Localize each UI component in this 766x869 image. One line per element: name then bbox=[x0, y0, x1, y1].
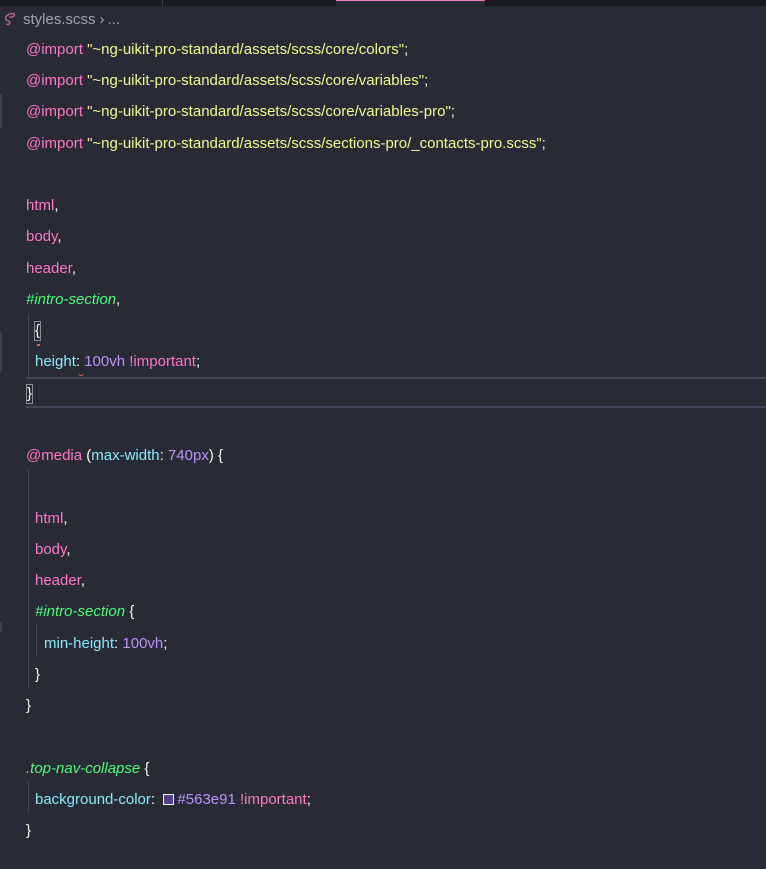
code-line-top-nav: .top-nav-collapse { bbox=[26, 759, 149, 779]
code-line-open-brace: { bbox=[33, 321, 42, 341]
punctuation: , bbox=[66, 541, 71, 558]
keyword-import: @import bbox=[26, 135, 83, 152]
string-literal: "~ng-uikit-pro-standard/assets/scss/core… bbox=[87, 41, 405, 58]
breadcrumb: styles.scss › ... bbox=[0, 6, 766, 32]
punctuation: : bbox=[159, 447, 164, 464]
selector-id: #intro-section bbox=[35, 603, 126, 620]
selector-class: .top-nav-collapse bbox=[26, 760, 141, 777]
important-flag: !important bbox=[129, 353, 196, 370]
string-literal: "~ng-uikit-pro-standard/assets/scss/sect… bbox=[87, 135, 542, 152]
property: background-color bbox=[35, 791, 151, 808]
brace: { bbox=[129, 603, 135, 620]
selector: html bbox=[35, 510, 64, 527]
property: max-width bbox=[91, 447, 160, 464]
code-editor[interactable]: @import "~ng-uikit-pro-standard/assets/s… bbox=[0, 32, 766, 869]
punctuation: , bbox=[116, 291, 121, 308]
selector: body bbox=[35, 541, 67, 558]
color-swatch[interactable] bbox=[163, 794, 175, 805]
punctuation: : bbox=[150, 791, 156, 808]
keyword-media: @media bbox=[26, 447, 83, 464]
string-literal: "~ng-uikit-pro-standard/assets/scss/core… bbox=[87, 72, 425, 89]
punctuation: ; bbox=[195, 353, 201, 370]
keyword-import: @import bbox=[26, 41, 83, 58]
punctuation: ; bbox=[541, 135, 546, 152]
chevron-right-icon: › bbox=[99, 10, 105, 28]
bracket-mark bbox=[37, 344, 40, 346]
code-line-final-close: } bbox=[26, 821, 31, 841]
code-line-background-color: background-color: #563e91 !important; bbox=[35, 790, 311, 810]
punctuation: , bbox=[71, 260, 77, 277]
value-color: #563e91 bbox=[177, 791, 236, 808]
code-line-media-html: html, bbox=[35, 509, 68, 529]
property: min-height bbox=[44, 635, 115, 652]
code-line-height: height: 100vh !important; bbox=[35, 352, 200, 372]
brace: { bbox=[33, 321, 42, 341]
code-line-selector-header: header, bbox=[26, 259, 76, 279]
value-number: 100vh bbox=[84, 353, 126, 370]
code-line-media-header: header, bbox=[35, 571, 85, 591]
punctuation: ) bbox=[208, 447, 214, 464]
selector-id: #intro-section bbox=[26, 291, 117, 308]
punctuation: ; bbox=[404, 41, 409, 58]
code-line-inner-close: } bbox=[35, 665, 40, 685]
punctuation: ; bbox=[306, 791, 311, 808]
indent-guide bbox=[28, 470, 29, 688]
brace: { bbox=[144, 760, 150, 777]
brace: } bbox=[26, 697, 32, 714]
code-line-selector-intro: #intro-section, bbox=[26, 290, 120, 310]
punctuation: : bbox=[75, 353, 81, 370]
punctuation: ; bbox=[450, 103, 455, 120]
code-line-media-body: body, bbox=[35, 540, 71, 560]
code-line-min-height: min-height: 100vh; bbox=[44, 634, 167, 654]
selector: header bbox=[26, 260, 72, 277]
brace: } bbox=[25, 384, 34, 404]
selector: html bbox=[26, 197, 55, 214]
code-line-import-variables-pro: @import "~ng-uikit-pro-standard/assets/s… bbox=[26, 102, 455, 122]
important-flag: !important bbox=[240, 791, 307, 808]
punctuation: ; bbox=[163, 635, 168, 652]
current-line-highlight bbox=[26, 377, 766, 408]
indent-guide bbox=[36, 624, 37, 655]
value-number: 740px bbox=[167, 447, 209, 464]
punctuation: : bbox=[114, 635, 119, 652]
sass-icon bbox=[4, 12, 16, 26]
code-line-close-brace: } bbox=[25, 384, 34, 404]
code-line-import-colors: @import "~ng-uikit-pro-standard/assets/s… bbox=[26, 40, 408, 60]
breadcrumb-file[interactable]: styles.scss bbox=[23, 11, 96, 28]
punctuation: , bbox=[57, 228, 62, 245]
code-line-selector-html: html, bbox=[26, 196, 59, 216]
brace: } bbox=[26, 822, 32, 839]
code-line-selector-body: body, bbox=[26, 227, 62, 247]
keyword-import: @import bbox=[26, 72, 83, 89]
selector: body bbox=[26, 228, 58, 245]
code-line-media: @media (max-width: 740px) { bbox=[26, 446, 223, 466]
brace: } bbox=[35, 666, 41, 683]
brace: { bbox=[218, 447, 224, 464]
code-line-import-contacts-pro: @import "~ng-uikit-pro-standard/assets/s… bbox=[26, 134, 546, 154]
punctuation: ; bbox=[424, 72, 429, 89]
code-line-media-close: } bbox=[26, 696, 31, 716]
keyword-import: @import bbox=[26, 103, 83, 120]
indent-guide bbox=[28, 314, 29, 379]
string-literal: "~ng-uikit-pro-standard/assets/scss/core… bbox=[87, 103, 451, 120]
breadcrumb-ellipsis[interactable]: ... bbox=[108, 11, 121, 28]
indent-guide bbox=[28, 782, 29, 813]
value-number: 100vh bbox=[122, 635, 164, 652]
punctuation: , bbox=[63, 510, 68, 527]
property: height bbox=[35, 353, 76, 370]
code-line-import-variables: @import "~ng-uikit-pro-standard/assets/s… bbox=[26, 71, 428, 91]
selector: header bbox=[35, 572, 81, 589]
punctuation: , bbox=[80, 572, 86, 589]
code-line-media-intro: #intro-section { bbox=[35, 602, 134, 622]
punctuation: , bbox=[54, 197, 59, 214]
